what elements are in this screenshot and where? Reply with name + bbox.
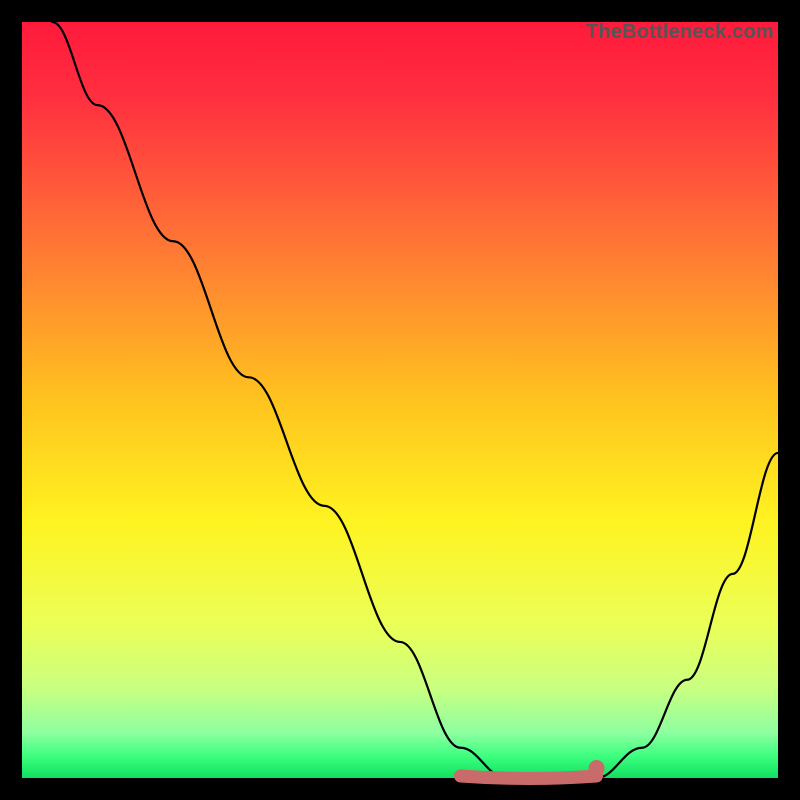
chart-svg [22, 22, 778, 778]
bottleneck-curve [52, 22, 778, 778]
chart-frame: TheBottleneck.com [0, 0, 800, 800]
plot-area: TheBottleneck.com [22, 22, 778, 778]
trough-dot [589, 760, 605, 776]
trough-marker [460, 776, 596, 779]
